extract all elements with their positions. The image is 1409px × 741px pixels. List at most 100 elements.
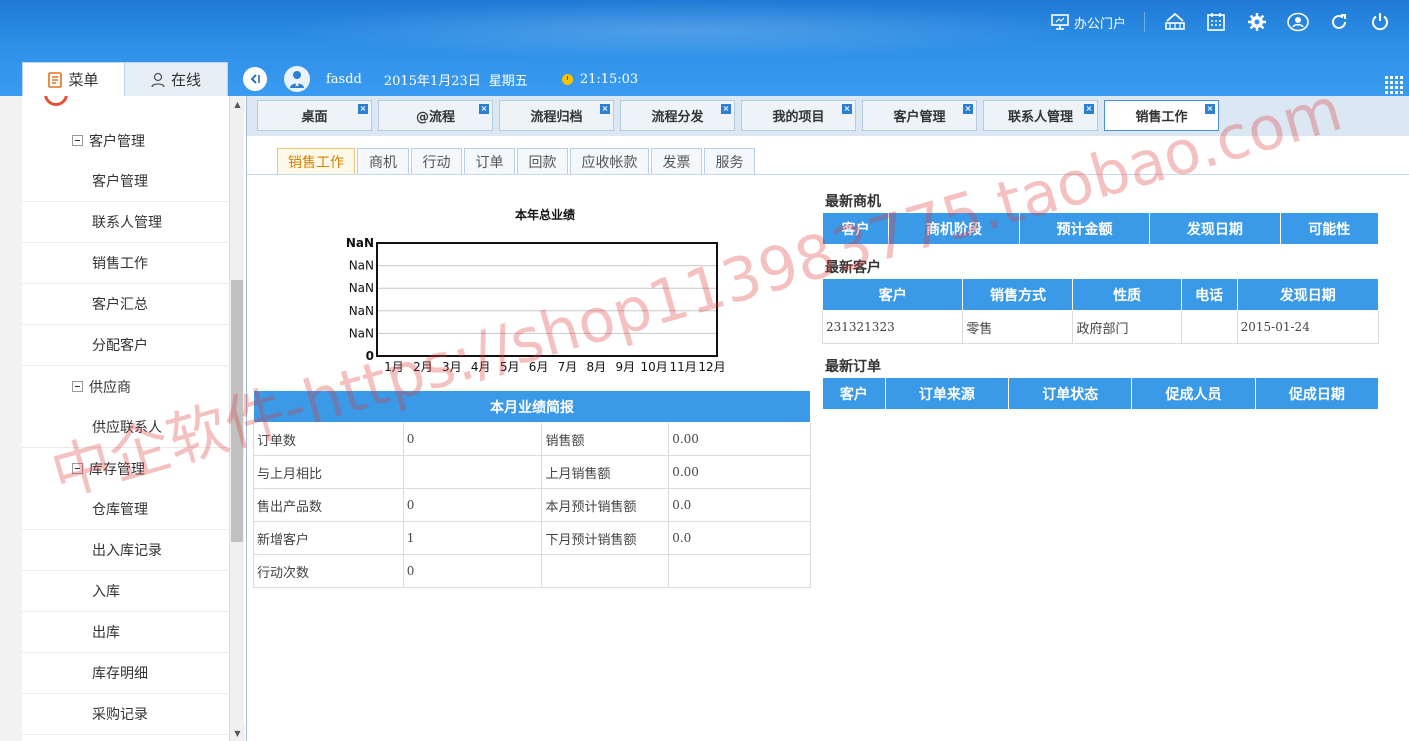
report-label: 本月预计销售额 [541, 488, 670, 522]
sidebar-item-inout-records[interactable]: 出入库记录 [22, 530, 228, 571]
report-value: 0.00 [668, 455, 811, 489]
sidebar-item-warehouse[interactable]: 仓库管理 [22, 489, 228, 530]
close-icon[interactable]: × [1205, 104, 1215, 114]
tab-services[interactable]: 服务 [704, 148, 755, 174]
column-header[interactable]: 发现日期 [1149, 212, 1281, 245]
sidebar-item-supplier-contact[interactable]: 供应联系人 [22, 407, 228, 448]
collapse-icon[interactable] [72, 135, 83, 146]
sidebar-group-label: 供应商 [89, 379, 131, 396]
sidebar-item-contact-management[interactable]: 联系人管理 [22, 202, 228, 243]
current-date: 2015年1月23日 [383, 73, 481, 89]
report-value: 0.00 [668, 422, 811, 456]
table-row[interactable]: 231321323 零售 政府部门 2015-01-24 [821, 310, 1380, 344]
column-header[interactable]: 促成日期 [1254, 377, 1380, 410]
apps-grid-icon[interactable] [1385, 76, 1403, 94]
y-tick-label: NaN [349, 326, 374, 340]
sidebar-group-customer[interactable]: 客户管理 [22, 120, 228, 161]
column-header[interactable]: 销售方式 [962, 278, 1074, 311]
close-icon[interactable]: × [963, 104, 973, 114]
column-header[interactable]: 客户 [821, 212, 890, 245]
office-portal-link[interactable]: 办公门户 [1051, 13, 1126, 32]
sidebar-item-stock-detail[interactable]: 库存明细 [22, 653, 228, 694]
sidebar-item-sales-work[interactable]: 销售工作 [22, 243, 228, 284]
tab-receivables[interactable]: 应收帐款 [570, 148, 649, 174]
report-value: 0.0 [668, 521, 811, 555]
sidebar-item-customer-management[interactable]: 客户管理 [22, 161, 228, 202]
table-row: 行动次数 0 [253, 554, 811, 588]
sidebar-item-purchase-records[interactable]: 采购记录 [22, 694, 228, 735]
collapse-sidebar-button[interactable] [243, 67, 267, 91]
close-icon[interactable]: × [358, 104, 368, 114]
customer-cell-phone [1180, 310, 1238, 344]
window-tab-sales-work[interactable]: 销售工作 × [1104, 100, 1219, 131]
latest-opportunities-table: 客户 商机阶段 预计金额 发现日期 可能性 [821, 212, 1380, 245]
column-header[interactable]: 客户 [822, 377, 886, 410]
collapse-icon[interactable] [72, 463, 83, 474]
close-icon[interactable]: × [721, 104, 731, 114]
tab-online[interactable]: 在线 [125, 62, 228, 96]
user-avatar-icon [290, 71, 304, 88]
tab-sales-work[interactable]: 销售工作 [277, 148, 355, 174]
customer-cell-nature: 政府部门 [1072, 310, 1182, 344]
close-icon[interactable]: × [1084, 104, 1094, 114]
column-header[interactable]: 可能性 [1279, 212, 1380, 245]
tab-menu[interactable]: 菜单 [22, 62, 125, 96]
refresh-icon[interactable] [1327, 10, 1351, 34]
report-label: 与上月相比 [253, 455, 404, 489]
latest-customers-table: 客户 销售方式 性质 电话 发现日期 231321323 零售 政府部门 2015-01-24 [821, 278, 1380, 344]
x-tick-label: 9月 [615, 360, 635, 374]
sidebar-scrollbar[interactable]: ▲ ▼ [229, 96, 245, 741]
sidebar-item-stock-in[interactable]: 入库 [22, 571, 228, 612]
tab-actions[interactable]: 行动 [411, 148, 462, 174]
column-header[interactable]: 订单来源 [884, 377, 1010, 410]
column-header[interactable]: 商机阶段 [888, 212, 1020, 245]
column-header[interactable]: 订单状态 [1008, 377, 1133, 410]
sidebar-item-assign-customer[interactable]: 分配客户 [22, 325, 228, 366]
window-tab-customer-management[interactable]: 客户管理 × [862, 100, 977, 131]
gear-icon[interactable] [1245, 10, 1269, 34]
tab-orders[interactable]: 订单 [464, 148, 515, 174]
scroll-down-arrow-icon[interactable]: ▼ [230, 725, 245, 741]
power-icon[interactable] [1368, 10, 1392, 34]
window-tab-workflow-archive[interactable]: 流程归档 × [499, 100, 614, 131]
close-icon[interactable]: × [479, 104, 489, 114]
sidebar-item-customer-summary[interactable]: 客户汇总 [22, 284, 228, 325]
avatar[interactable] [284, 66, 310, 92]
sidebar-group-inventory[interactable]: 库存管理 [22, 448, 228, 489]
close-icon[interactable]: × [842, 104, 852, 114]
monitor-icon [1051, 14, 1069, 30]
sidebar-group-label: 客户管理 [89, 133, 145, 150]
sidebar-group-supplier[interactable]: 供应商 [22, 366, 228, 407]
column-header[interactable]: 预计金额 [1018, 212, 1151, 245]
window-tab-workflow-dispatch[interactable]: 流程分发 × [620, 100, 735, 131]
window-tab-my-projects[interactable]: 我的项目 × [741, 100, 856, 131]
tab-invoices[interactable]: 发票 [651, 148, 702, 174]
column-header[interactable]: 电话 [1180, 278, 1238, 311]
y-tick-label: NaN [349, 281, 374, 295]
user-circle-icon[interactable] [1286, 10, 1310, 34]
sidebar-menu: 客户管理 客户管理 联系人管理 销售工作 客户汇总 分配客户 供应商 供应联系人… [22, 120, 228, 735]
sidebar-item-stock-out[interactable]: 出库 [22, 612, 228, 653]
collapse-icon[interactable] [72, 381, 83, 392]
column-header[interactable]: 性质 [1072, 278, 1182, 311]
column-header[interactable]: 客户 [821, 278, 964, 311]
column-header[interactable]: 发现日期 [1236, 278, 1380, 311]
scroll-up-arrow-icon[interactable]: ▲ [230, 96, 245, 112]
table-row: 订单数 0 销售额 0.00 [253, 422, 811, 456]
column-header[interactable]: 促成人员 [1131, 377, 1256, 410]
window-tab-workflow[interactable]: @流程 × [378, 100, 493, 131]
scrollbar-thumb[interactable] [231, 280, 243, 542]
tab-payments[interactable]: 回款 [517, 148, 568, 174]
chart-title: 本年总业绩 [514, 208, 575, 222]
desk-icon[interactable] [1163, 10, 1187, 34]
window-tab-contact-management[interactable]: 联系人管理 × [983, 100, 1098, 131]
person-icon [151, 72, 165, 87]
close-icon[interactable]: × [600, 104, 610, 114]
tab-opportunities[interactable]: 商机 [357, 148, 409, 174]
calendar-icon[interactable] [1204, 10, 1228, 34]
latest-orders-table: 客户 订单来源 订单状态 促成人员 促成日期 [822, 377, 1380, 410]
window-tab-desktop[interactable]: 桌面 × [257, 100, 372, 131]
table-row: 新增客户 1 下月预计销售额 0.0 [253, 521, 811, 555]
customer-cell-customer: 231321323 [821, 310, 964, 344]
x-tick-label: 7月 [558, 360, 578, 374]
